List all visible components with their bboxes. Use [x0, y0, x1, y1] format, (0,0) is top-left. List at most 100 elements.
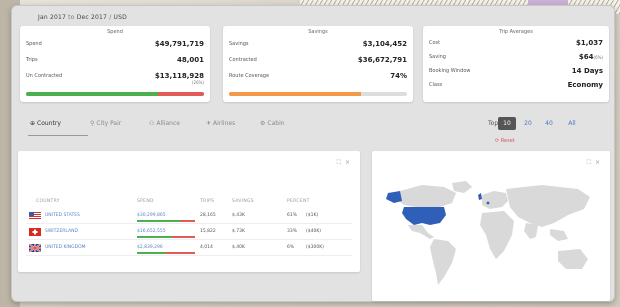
spend-bar-fill	[137, 220, 180, 222]
table-row[interactable]: UNITED STATES $30,299,865 28,165 $.43K 6…	[26, 210, 352, 224]
tab-city-pair[interactable]: ⚲ City Pair	[90, 120, 121, 127]
trip-averages-card: Trip Averages Cost $1,037 Saving $64(6%)…	[423, 26, 609, 102]
tab-country[interactable]: ⊕ Country	[30, 120, 61, 127]
savings-card: Savings Savings $3,104,452 Contracted $3…	[223, 26, 413, 102]
uk-shape	[478, 193, 482, 200]
kv-row: Class Economy	[429, 81, 603, 92]
reset-label: Reset	[500, 138, 515, 144]
europe-shape	[482, 191, 508, 209]
spend-bar	[137, 220, 195, 222]
close-icon[interactable]: ×	[595, 159, 604, 166]
us-flag-icon	[29, 212, 41, 220]
percent-value: 33%	[287, 229, 298, 234]
kv-label: Savings	[229, 41, 249, 47]
mexico-shape	[408, 225, 434, 239]
tab-label: Airlines	[213, 120, 236, 127]
tab-cabin[interactable]: ⚙ Cabin	[260, 120, 285, 127]
kv-value: 48,001	[176, 56, 204, 64]
close-icon[interactable]: ×	[345, 159, 354, 166]
southeast-asia-shape	[550, 229, 568, 241]
table-row[interactable]: SWITZERLAND $16,652,555 15,822 $.73K 33%…	[26, 226, 352, 240]
percent-value: 61%	[287, 213, 298, 218]
world-map[interactable]	[382, 179, 602, 291]
currency: USD	[113, 14, 127, 21]
alaska-shape	[386, 191, 402, 203]
kv-row: Booking Window 14 Days	[429, 67, 603, 78]
tab-label: City Pair	[96, 120, 122, 127]
contracted-segment	[26, 92, 158, 96]
africa-shape	[480, 211, 514, 259]
usa-shape	[402, 207, 446, 225]
column-header[interactable]: COUNTRY	[36, 199, 60, 204]
country-name[interactable]: UNITED KINGDOM	[45, 245, 86, 250]
tab-label: Alliance	[156, 120, 180, 127]
kv-label: Cost	[429, 40, 441, 46]
savings-bar	[229, 92, 407, 96]
expand-icon[interactable]: ⛶	[337, 159, 345, 166]
cabin-icon: ⚙	[260, 120, 266, 127]
top-option-all[interactable]: All	[563, 117, 581, 130]
kv-label: Booking Window	[429, 68, 471, 74]
asia-shape	[506, 185, 590, 227]
header-bar: Jan 2017 to Dec 2017 / USD	[12, 6, 614, 26]
kv-value: 74%	[390, 72, 407, 80]
kv-label: Contracted	[229, 57, 257, 63]
date-range[interactable]: Jan 2017 to Dec 2017 / USD	[38, 14, 127, 21]
uk-flag-icon	[29, 244, 41, 252]
kv-label: Route Coverage	[229, 73, 270, 79]
trips-value: 15,822	[200, 229, 216, 234]
dashboard-window: Jan 2017 to Dec 2017 / USD Spend Spend $…	[11, 5, 615, 302]
date-separator: /	[109, 14, 112, 21]
top-option-40[interactable]: 40	[540, 117, 558, 130]
kv-value: $1,037	[575, 39, 603, 47]
expand-icon[interactable]: ⛶	[587, 159, 595, 166]
spend-value: $2,839,296	[137, 245, 163, 250]
savings-value: $.73K	[232, 229, 245, 234]
spend-value: $30,299,865	[137, 213, 166, 218]
world-map-panel: ⛶×	[372, 151, 610, 301]
kv-value: $3,104,452	[362, 40, 407, 48]
country-name[interactable]: SWITZERLAND	[45, 229, 78, 234]
plane-icon: ✈	[206, 120, 212, 127]
country-name[interactable]: UNITED STATES	[45, 213, 80, 218]
kv-value-main: $64	[578, 53, 594, 61]
spend-bar-fill	[137, 236, 172, 238]
kv-label: Saving	[429, 54, 446, 60]
reset-button[interactable]: ⟳ Reset	[495, 138, 515, 144]
top-option-20[interactable]: 20	[519, 117, 537, 130]
table-row[interactable]: UNITED KINGDOM $2,839,296 4,014 $.40K 6%…	[26, 242, 352, 256]
tab-airlines[interactable]: ✈ Airlines	[206, 120, 235, 127]
extra-value: ($40K)	[306, 229, 322, 234]
kv-label: Class	[429, 82, 443, 88]
kv-value: $64(6%)	[579, 53, 603, 61]
kv-sub: (6%)	[593, 55, 603, 60]
reset-icon: ⟳	[495, 138, 500, 144]
kv-row: Route Coverage 74%	[229, 72, 407, 83]
kv-row: Savings $3,104,452	[229, 40, 407, 51]
greenland-shape	[452, 181, 472, 193]
kv-label: Trips	[26, 57, 38, 63]
spend-bar	[137, 236, 195, 238]
top-label: Top	[488, 120, 499, 127]
card-title: Savings	[308, 29, 328, 35]
date-to-word: to	[68, 14, 75, 21]
tab-label: Cabin	[267, 120, 285, 127]
globe-icon: ⊕	[30, 120, 36, 127]
spend-bar-fill	[137, 252, 166, 254]
kv-value: Economy	[567, 81, 603, 89]
column-header[interactable]: SPEND	[137, 199, 154, 204]
australia-shape	[558, 249, 588, 269]
column-header[interactable]: TRIPS	[200, 199, 214, 204]
top-option-10[interactable]: 10	[498, 117, 516, 130]
extra-value: ($1K)	[306, 213, 319, 218]
trips-value: 4,014	[200, 245, 213, 250]
tab-alliance[interactable]: ⚇ Alliance	[149, 120, 180, 127]
date-from: Jan 2017	[38, 14, 67, 21]
spend-bar	[26, 92, 204, 96]
column-header[interactable]: PERCENT	[287, 199, 310, 204]
card-title: Spend	[107, 29, 123, 35]
india-shape	[524, 223, 538, 239]
column-header[interactable]: SAVINGS	[232, 199, 254, 204]
switzerland-flag-icon	[29, 228, 41, 236]
spend-card: Spend Spend $49,791,719 Trips 48,001 Un …	[20, 26, 210, 102]
